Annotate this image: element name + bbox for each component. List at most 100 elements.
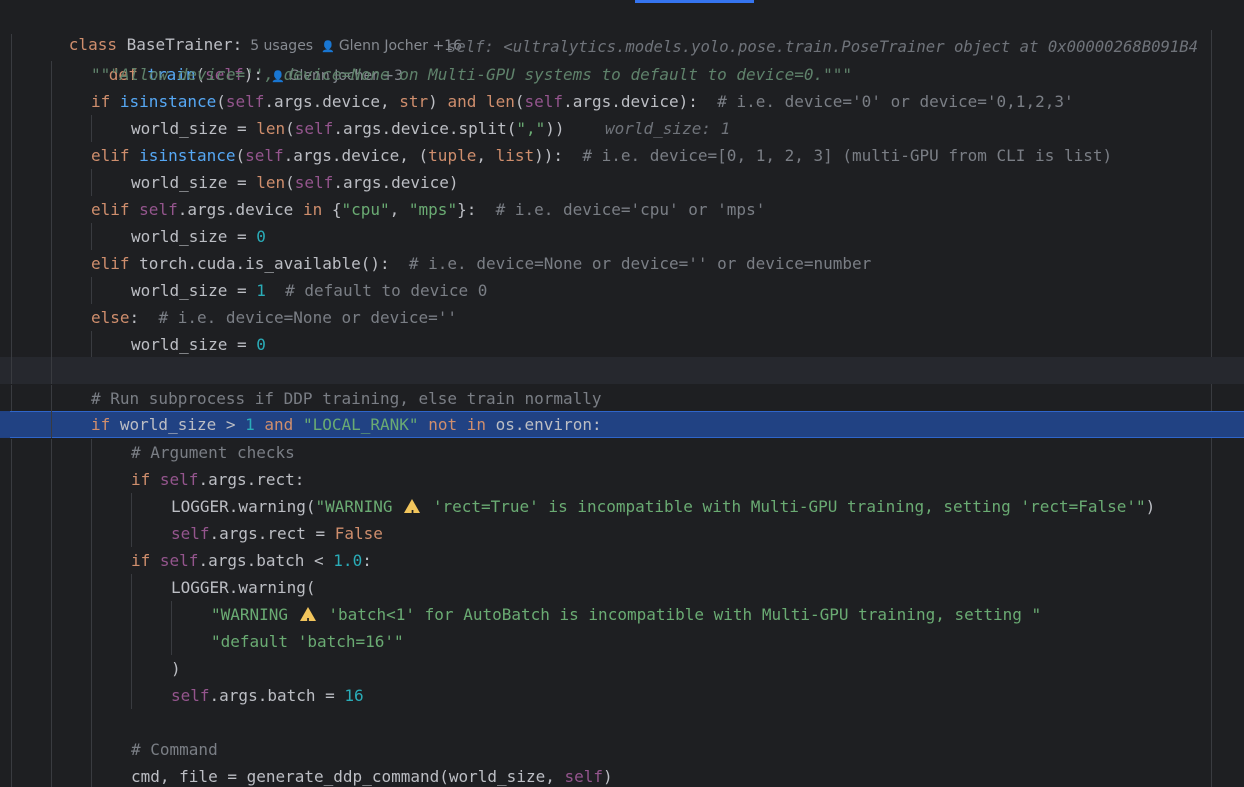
code-token: { — [322, 200, 342, 219]
code-token: ) — [171, 659, 181, 678]
code-token: .args.batch < — [198, 551, 334, 570]
code-line[interactable]: # Argument checks — [0, 439, 1244, 466]
indent-guide — [11, 142, 12, 169]
indent-guide — [131, 574, 132, 601]
code-token: .args.device): — [563, 92, 718, 111]
indent-guide — [11, 520, 12, 547]
code-line[interactable]: elif torch.cuda.is_available(): # i.e. d… — [0, 250, 1244, 277]
self-ref: self — [245, 146, 284, 165]
keyword-in: in — [302, 200, 323, 219]
code-line[interactable]: self.args.rect = False — [0, 520, 1244, 547]
indent-guide — [91, 574, 92, 601]
self-ref: self — [564, 767, 604, 786]
code-line[interactable]: # Command — [0, 736, 1244, 763]
indent-guide — [51, 601, 52, 628]
code-line[interactable]: # Run subprocess if DDP training, else t… — [0, 385, 1244, 412]
indent-guide — [51, 709, 52, 736]
code-token: ) — [428, 92, 448, 111]
indent-guide — [91, 331, 92, 358]
code-line[interactable]: elif isinstance(self.args.device, (tuple… — [0, 142, 1244, 169]
code-line-current[interactable] — [0, 357, 1244, 384]
self-ref: self — [171, 686, 210, 705]
code-line[interactable]: else: # i.e. device=None or device='' — [0, 304, 1244, 331]
indent-guide — [11, 682, 12, 709]
code-line[interactable]: world_size = 0 — [0, 331, 1244, 358]
code-line[interactable]: LOGGER.warning( — [0, 574, 1244, 601]
indent-guide — [11, 223, 12, 250]
indent-guide — [11, 466, 12, 493]
indent-guide — [51, 574, 52, 601]
code-line-empty[interactable] — [0, 709, 1244, 736]
keyword-else: else — [91, 308, 130, 327]
keyword-elif: elif — [91, 200, 130, 219]
indent-guide — [11, 574, 12, 601]
code-line[interactable]: if self.args.rect: — [0, 466, 1244, 493]
comment: # Command — [131, 740, 218, 759]
code-editor[interactable]: class BaseTrainer: 5 usages 👤 Glenn Jocher … — [0, 0, 1244, 787]
code-line[interactable]: if self.args.batch < 1.0: — [0, 547, 1244, 574]
keyword-not: not — [428, 415, 458, 434]
indent-guide — [11, 196, 12, 223]
indent-guide — [11, 601, 12, 628]
string-literal: "LOCAL_RANK" — [302, 415, 419, 434]
builtin-list: list — [495, 146, 535, 165]
code-line[interactable]: ) — [0, 655, 1244, 682]
code-token: )) — [545, 119, 565, 138]
indent-guide — [51, 547, 52, 574]
code-line[interactable]: elif self.args.device in {"cpu", "mps"}:… — [0, 196, 1244, 223]
indent-guide — [51, 169, 52, 196]
code-line[interactable]: "default 'batch=16'" — [0, 628, 1244, 655]
builtin-isinstance: isinstance — [139, 146, 236, 165]
keyword-elif: elif — [91, 254, 130, 273]
code-line[interactable]: world_size = 0 — [0, 223, 1244, 250]
code-line[interactable]: if isinstance(self.args.device, str) and… — [0, 88, 1244, 115]
indent-guide — [91, 439, 92, 466]
comment: # i.e. device='cpu' or 'mps' — [495, 200, 766, 219]
code-token: world_size = — [131, 335, 257, 354]
indent-guide — [51, 61, 52, 88]
code-line-def-train[interactable]: def train(self): 👤 Glenn Jocher +3 self: <… — [0, 34, 1244, 84]
code-line[interactable]: "WARNING 'batch<1' for AutoBatch is inco… — [0, 601, 1244, 636]
number-literal: 0 — [256, 335, 266, 354]
indent-guide — [11, 169, 12, 196]
code-line[interactable]: world_size = 1 # default to device 0 — [0, 277, 1244, 304]
code-token: .args.device, ( — [283, 146, 429, 165]
self-ref: self — [171, 524, 210, 543]
comment: # i.e. device=[0, 1, 2, 3] (multi-GPU fr… — [582, 146, 1113, 165]
indent-guide — [11, 277, 12, 304]
number-literal: 1 — [245, 415, 255, 434]
code-token: ) — [1145, 497, 1156, 516]
keyword-and: and — [264, 415, 294, 434]
comment: # default to device 0 — [285, 281, 488, 300]
code-line[interactable]: LOGGER.warning("WARNING 'rect=True' is i… — [0, 493, 1244, 528]
string-literal: "mps" — [408, 200, 458, 219]
indent-guide — [51, 142, 52, 169]
code-line[interactable]: world_size = len(self.args.device.split(… — [0, 115, 1244, 142]
code-line-selected[interactable]: if world_size > 1 and "LOCAL_RANK" not i… — [0, 411, 1244, 438]
code-line-class-header[interactable]: class BaseTrainer: 5 usages 👤 Glenn Jocher … — [0, 4, 1244, 54]
indent-guide — [11, 736, 12, 763]
indent-guide — [51, 88, 52, 115]
code-line[interactable]: self.args.batch = 16 — [0, 682, 1244, 709]
indent-guide — [91, 466, 92, 493]
code-line[interactable]: cmd, file = generate_ddp_command(world_s… — [0, 763, 1244, 787]
keyword-and: and — [447, 92, 477, 111]
indent-guide — [51, 385, 52, 412]
indent-guide — [91, 601, 92, 628]
keyword-elif: elif — [91, 146, 130, 165]
code-line-docstring[interactable]: """Allow device='', device=None on Multi… — [0, 61, 1244, 88]
indent-guide — [11, 493, 12, 520]
code-token: ( — [235, 146, 246, 165]
indent-guide — [51, 493, 52, 520]
indent-guide — [51, 466, 52, 493]
indent-guide — [11, 115, 12, 142]
self-ref: self — [524, 92, 564, 111]
warning-icon — [404, 499, 421, 528]
code-line[interactable]: world_size = len(self.args.device) — [0, 169, 1244, 196]
